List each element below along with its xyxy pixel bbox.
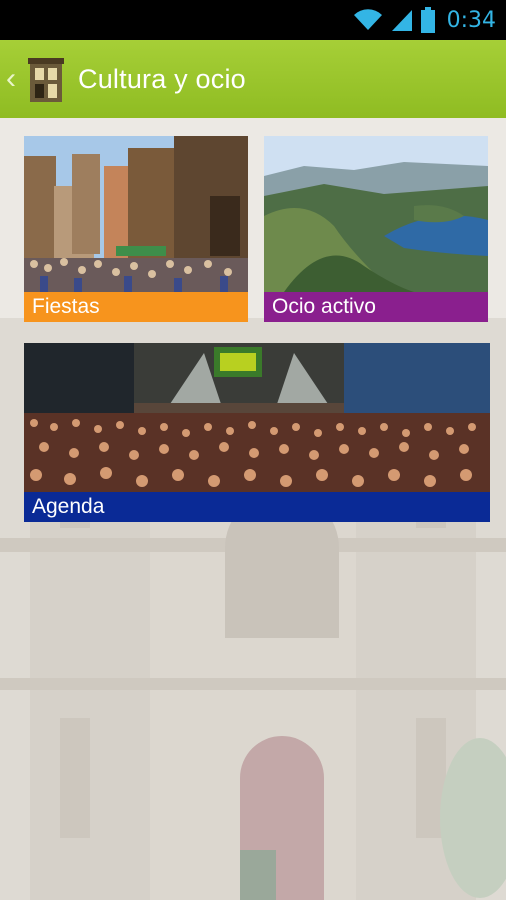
tile-ocio-activo[interactable]: Ocio activo	[264, 136, 488, 322]
action-bar: ‹ Cultura y ocio	[0, 40, 506, 118]
status-time: 0:34	[446, 7, 496, 33]
battery-icon	[420, 7, 435, 33]
page-title: Cultura y ocio	[78, 63, 246, 94]
status-bar: 0:34	[0, 0, 506, 40]
wifi-icon	[353, 9, 382, 31]
concert-crowd-photo	[24, 343, 490, 492]
tile-fiestas[interactable]: Fiestas	[24, 136, 248, 322]
tile-label: Agenda	[24, 492, 490, 522]
river-landscape-photo	[264, 136, 488, 292]
signal-icon	[391, 10, 412, 31]
status-icons: 0:34	[353, 6, 496, 34]
tile-agenda[interactable]: Agenda	[24, 343, 490, 522]
street-festival-photo	[24, 136, 248, 292]
tile-label: Fiestas	[24, 292, 248, 322]
tower-icon[interactable]	[28, 56, 64, 102]
tile-label: Ocio activo	[264, 292, 488, 322]
chevron-left-icon[interactable]: ‹	[6, 64, 22, 94]
